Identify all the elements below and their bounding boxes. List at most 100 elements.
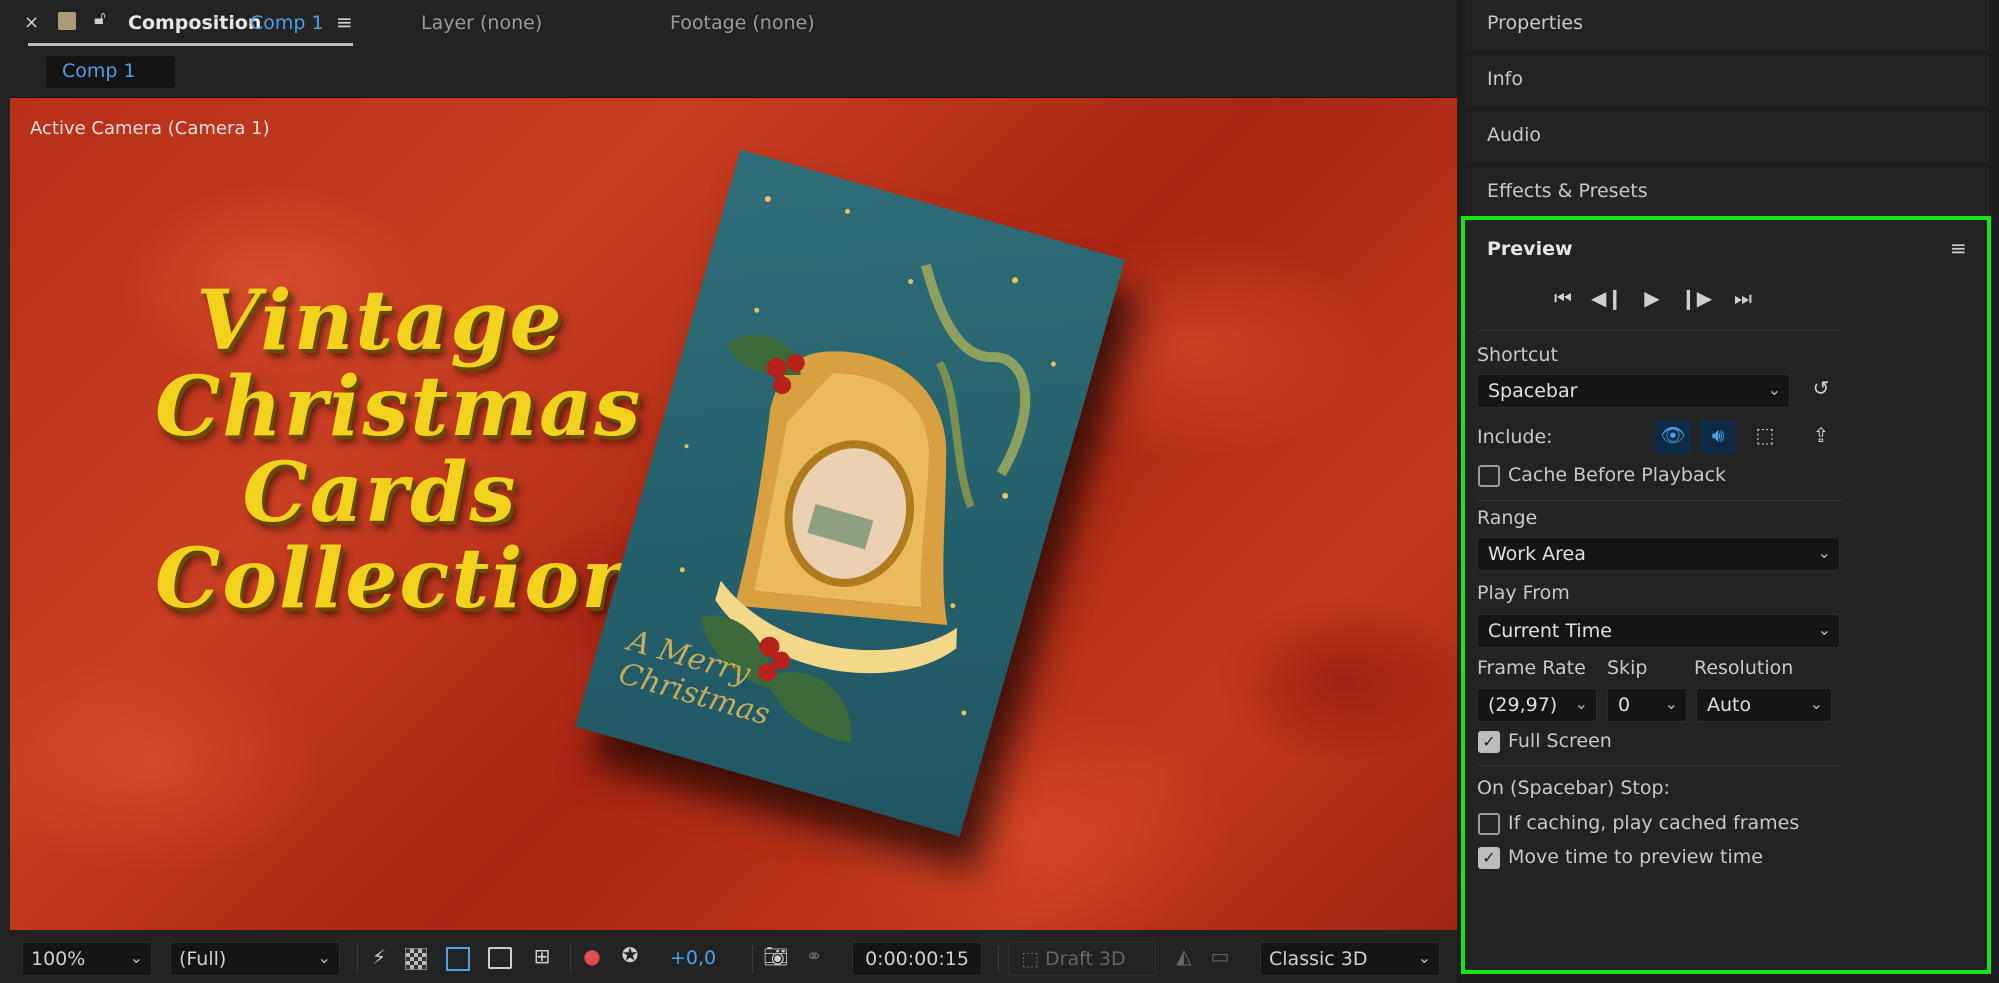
composition-viewer[interactable]: Active Camera (Camera 1) Vintage Christm…: [10, 98, 1457, 930]
move-time-label: Move time to preview time: [1508, 846, 1763, 868]
resolution-label: Resolution: [1694, 657, 1794, 679]
include-video-toggle[interactable]: 👁︎: [1655, 420, 1691, 454]
current-time-display[interactable]: 0:00:00:15: [852, 942, 982, 976]
close-tab-icon[interactable]: ×: [24, 12, 39, 33]
panel-menu-icon[interactable]: ≡: [336, 10, 353, 34]
chevron-down-icon: ⌄: [1817, 620, 1831, 639]
include-label: Include:: [1477, 426, 1553, 448]
christmas-card-image: A Merry Christmas: [575, 149, 1125, 837]
range-value: Work Area: [1488, 543, 1586, 565]
snapshot-camera-icon[interactable]: 📷︎: [762, 944, 790, 968]
grid-guides-icon[interactable]: ⊞: [528, 944, 556, 968]
exposure-reset-icon[interactable]: ✪: [616, 943, 644, 967]
chevron-down-icon: ⌄: [1817, 543, 1831, 562]
tab-layer[interactable]: Layer (none): [421, 12, 542, 34]
chevron-down-icon: ⌄: [129, 948, 143, 967]
audio-panel-header[interactable]: Audio: [1465, 112, 1989, 162]
magnification-value: 100%: [31, 948, 86, 970]
play-from-value: Current Time: [1488, 620, 1612, 642]
properties-panel-header[interactable]: Properties: [1465, 0, 1989, 50]
shortcut-value: Spacebar: [1488, 380, 1578, 402]
tab-footage[interactable]: Footage (none): [670, 12, 815, 34]
skip-value: 0: [1618, 694, 1631, 716]
draft-3d-label: Draft 3D: [1045, 948, 1126, 970]
title-line: Cards: [242, 445, 518, 541]
info-label: Info: [1487, 68, 1523, 90]
3d-ground-plane-icon[interactable]: ◭: [1170, 944, 1198, 968]
show-snapshot-icon[interactable]: ⚭: [800, 944, 828, 968]
overlay-frame-icon: ⬚: [1755, 423, 1775, 447]
properties-label: Properties: [1487, 12, 1584, 34]
export-preview-button[interactable]: ⇪: [1803, 420, 1839, 454]
lock-icon[interactable]: 🔓︎: [94, 8, 106, 29]
comp-breadcrumb-chip[interactable]: Comp 1: [46, 56, 175, 88]
resolution-preview-dropdown[interactable]: Auto ⌄: [1696, 688, 1832, 722]
chevron-down-icon: ⌄: [317, 948, 331, 967]
tab-composition-name[interactable]: Comp 1: [250, 12, 324, 34]
play-from-dropdown[interactable]: Current Time ⌄: [1477, 614, 1840, 648]
draft-3d-icon: ⬚: [1021, 948, 1039, 970]
reset-shortcut-icon[interactable]: ↺: [1806, 376, 1836, 400]
cache-before-playback-label: Cache Before Playback: [1508, 464, 1727, 486]
full-screen-checkbox[interactable]: ✓: [1478, 731, 1500, 753]
shortcut-dropdown[interactable]: Spacebar ⌄: [1477, 374, 1790, 408]
vintage-title-text: Vintage Christmas Cards Collection: [155, 273, 643, 627]
play-from-label: Play From: [1477, 582, 1570, 604]
range-dropdown[interactable]: Work Area ⌄: [1477, 537, 1840, 571]
draft-3d-button[interactable]: ⬚ Draft 3D: [1008, 942, 1156, 976]
magnification-dropdown[interactable]: 100% ⌄: [22, 942, 152, 976]
skip-label: Skip: [1607, 657, 1648, 679]
christmas-card-layer[interactable]: A Merry Christmas: [575, 149, 1125, 837]
first-frame-icon[interactable]: ⏮: [1548, 286, 1578, 310]
frame-rate-value: (29,97): [1488, 694, 1558, 716]
transparency-grid-icon[interactable]: [405, 948, 427, 970]
frame-rate-dropdown[interactable]: (29,97) ⌄: [1477, 688, 1597, 722]
toolbar-divider: [357, 945, 358, 973]
extended-viewer-icon[interactable]: ▭: [1206, 944, 1234, 968]
info-panel-header[interactable]: Info: [1465, 56, 1989, 106]
include-audio-toggle[interactable]: 🔊︎: [1700, 420, 1736, 454]
if-caching-label: If caching, play cached frames: [1508, 812, 1800, 834]
play-icon[interactable]: ▶: [1637, 286, 1667, 310]
export-tray-icon: ⇪: [1812, 423, 1830, 447]
move-time-checkbox[interactable]: ✓: [1478, 847, 1500, 869]
divider: [1477, 765, 1841, 766]
resolution-value: (Full): [179, 948, 227, 970]
last-frame-icon[interactable]: ⏭: [1728, 286, 1758, 310]
title-line: Vintage: [196, 273, 564, 369]
title-line: Christmas: [155, 359, 643, 455]
if-caching-checkbox[interactable]: [1478, 813, 1500, 835]
tab-composition-label[interactable]: Composition: [128, 12, 261, 34]
mask-visibility-icon[interactable]: [488, 947, 512, 969]
resolution-preview-value: Auto: [1707, 694, 1752, 716]
speaker-icon: 🔊︎: [1711, 423, 1725, 447]
previous-frame-icon[interactable]: ◀❙: [1591, 286, 1623, 310]
comp-navigator-bar: [10, 48, 1457, 98]
include-overlays-toggle[interactable]: ⬚: [1747, 420, 1783, 454]
toolbar-divider: [570, 945, 571, 973]
audio-label: Audio: [1487, 124, 1542, 146]
divider: [1477, 500, 1841, 501]
chevron-down-icon: ⌄: [1664, 694, 1678, 713]
fast-previews-icon[interactable]: ⚡: [365, 945, 393, 969]
toolbar-divider: [752, 945, 753, 973]
color-channels-icon[interactable]: ●: [578, 944, 606, 968]
exposure-value[interactable]: +0,0: [670, 947, 716, 969]
effects-presets-panel-header[interactable]: Effects & Presets: [1465, 168, 1989, 218]
skip-dropdown[interactable]: 0 ⌄: [1607, 688, 1687, 722]
renderer-dropdown[interactable]: Classic 3D ⌄: [1260, 942, 1440, 976]
range-label: Range: [1477, 507, 1538, 529]
region-of-interest-icon[interactable]: [446, 947, 470, 971]
resolution-dropdown[interactable]: (Full) ⌄: [170, 942, 340, 976]
bell-illustration-icon: [679, 195, 1056, 743]
next-frame-icon[interactable]: ❙▶: [1680, 286, 1712, 310]
on-stop-label: On (Spacebar) Stop:: [1477, 777, 1670, 799]
divider: [1477, 330, 1841, 331]
effects-presets-label: Effects & Presets: [1487, 180, 1648, 202]
cache-before-playback-checkbox[interactable]: [1478, 465, 1500, 487]
chevron-down-icon: ⌄: [1767, 380, 1781, 399]
renderer-value: Classic 3D: [1269, 948, 1368, 970]
shortcut-label: Shortcut: [1477, 344, 1558, 366]
preview-menu-icon[interactable]: ≡: [1950, 236, 1967, 260]
title-line: Collection: [155, 531, 643, 627]
